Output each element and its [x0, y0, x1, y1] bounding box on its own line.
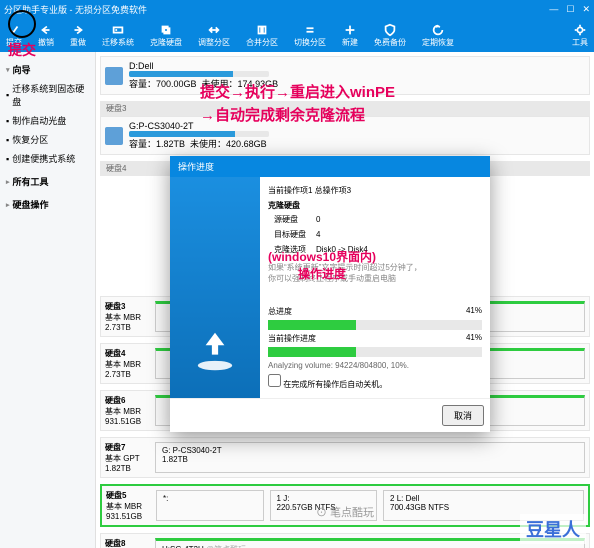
disk-icon [105, 127, 123, 145]
min-icon[interactable]: — [549, 4, 558, 15]
dialog-illustration [170, 177, 260, 398]
toolbar-redo[interactable]: 重做 [70, 23, 86, 48]
sidebar-item[interactable]: ▪ 制作启动光盘 [4, 111, 91, 130]
toolbar-shield[interactable]: 免费备份 [374, 23, 406, 48]
toolbar-copy[interactable]: 克隆硬盘 [150, 23, 182, 48]
weibo-watermark: ⊙ 笔点酷玩 [316, 504, 374, 520]
cancel-button[interactable]: 取消 [442, 405, 484, 426]
toolbar-gear[interactable]: 工具 [572, 23, 588, 48]
toolbar-swap[interactable]: 切换分区 [294, 23, 326, 48]
toolbar-plus[interactable]: 新建 [342, 23, 358, 48]
sidebar-item[interactable]: ▪ 恢复分区 [4, 130, 91, 149]
dialog-title: 操作进度 [170, 156, 490, 177]
toolbar-restore[interactable]: 定期恢复 [422, 23, 454, 48]
toolbar-drive[interactable]: 迁移系统 [102, 23, 134, 48]
max-icon[interactable]: ☐ [566, 4, 574, 15]
app-title: 分区助手专业版 - 无损分区免费软件 [4, 3, 147, 16]
toolbar-merge[interactable]: 合并分区 [246, 23, 278, 48]
sidebar-item[interactable]: ▪ 迁移系统到固态硬盘 [4, 79, 91, 111]
close-icon[interactable]: ✕ [582, 4, 590, 15]
sidebar-item[interactable]: ▪ 创建便携式系统 [4, 149, 91, 168]
disk-icon [105, 67, 123, 85]
toolbar-undo[interactable]: 撤销 [38, 23, 54, 48]
site-watermark: 豆星人 [520, 514, 586, 544]
progress-bar-total [268, 320, 482, 330]
disk-row[interactable]: 硬盘7基本 GPT1.82TB G: P-CS3040-2T1.82TB [100, 437, 590, 478]
shutdown-checkbox[interactable]: 在完成所有操作后自动关机。 [268, 380, 387, 389]
progress-bar-current [268, 347, 482, 357]
disk-row[interactable]: 硬盘8基本 GPT3.64TB H:SG-4T2U @笔点酷玩 [100, 533, 590, 548]
annotation-flow: 提交→执行→重启进入winPE →自动完成剩余克隆流程 [200, 82, 395, 127]
toolbar-resize[interactable]: 调整分区 [198, 23, 230, 48]
sidebar: ▾向导 ▪ 迁移系统到固态硬盘 ▪ 制作启动光盘 ▪ 恢复分区 ▪ 创建便携式系… [0, 52, 96, 548]
annotation-submit: 提交 [8, 40, 36, 60]
annotation-progress: (windows10界面内) 操作进度 [268, 248, 376, 282]
progress-dialog: 操作进度 当前操作项1 总操作项3 克隆硬盘 源硬盘0 目标硬盘4 克隆选项Di… [170, 156, 490, 432]
